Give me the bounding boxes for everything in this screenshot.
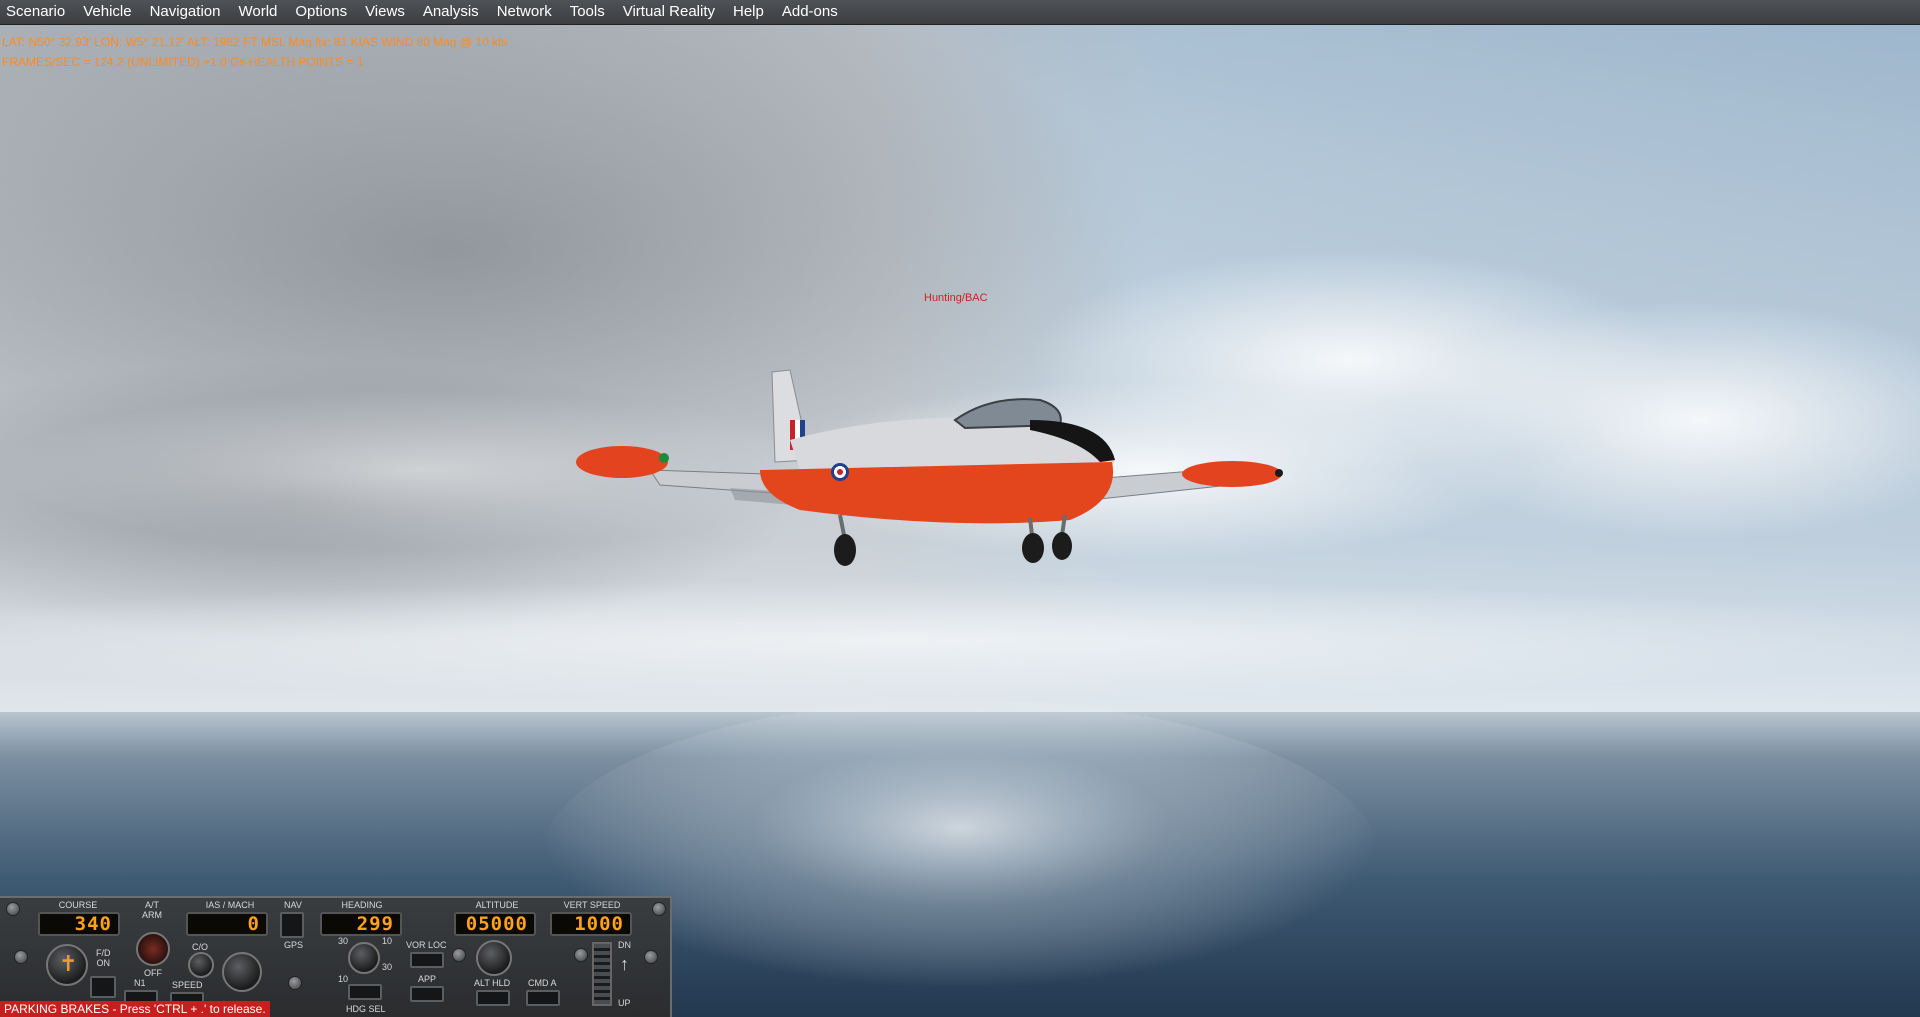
- fd-switch[interactable]: [90, 976, 116, 998]
- cmd-a-button[interactable]: [526, 990, 560, 1006]
- menu-tools[interactable]: Tools: [561, 0, 614, 24]
- at-arm-switch[interactable]: [136, 932, 170, 966]
- menu-world[interactable]: World: [229, 0, 286, 24]
- altitude-label: ALTITUDE: [475, 900, 519, 910]
- menu-virtual-reality[interactable]: Virtual Reality: [614, 0, 724, 24]
- hdg-sel-button[interactable]: [348, 984, 382, 1000]
- app-button[interactable]: [410, 986, 444, 1002]
- hdg-sel-label: HDG SEL: [346, 1004, 386, 1014]
- nav-label: NAV: [284, 900, 302, 910]
- position-readout: LAT: N50° 32.93' LON: W5° 21.12' ALT: 19…: [2, 35, 508, 49]
- menu-bar: Scenario Vehicle Navigation World Option…: [0, 0, 1920, 25]
- bank-30-right-label: 30: [382, 962, 393, 972]
- course-display: 340: [38, 912, 120, 936]
- menu-views[interactable]: Views: [356, 0, 414, 24]
- bank-10-left-label: 10: [338, 974, 349, 984]
- at-off-label: OFF: [144, 968, 162, 978]
- menu-scenario[interactable]: Scenario: [0, 0, 74, 24]
- arrow-up-icon: ↑: [620, 954, 629, 974]
- screw-icon: [452, 948, 466, 962]
- autopilot-panel: COURSE 340 ✝ A/T ARM OFF F/D ON N1 IAS /…: [0, 896, 672, 1017]
- alt-hld-button[interactable]: [476, 990, 510, 1006]
- vert-speed-display: 1000: [550, 912, 632, 936]
- performance-readout: FRAMES/SEC = 124.2 (UNLIMITED) +1.0 Gs H…: [2, 55, 364, 69]
- screw-icon: [288, 976, 302, 990]
- heading-label: HEADING: [341, 900, 383, 910]
- nav-gps-switch[interactable]: [280, 912, 304, 938]
- screw-icon: [644, 950, 658, 964]
- menu-network[interactable]: Network: [488, 0, 561, 24]
- menu-add-ons[interactable]: Add-ons: [773, 0, 847, 24]
- screw-icon: [14, 950, 28, 964]
- course-pointer-icon: ✝: [59, 951, 78, 976]
- vert-speed-wheel[interactable]: [592, 942, 612, 1006]
- speed-knob[interactable]: [222, 952, 262, 992]
- vert-speed-label: VERT SPEED: [563, 900, 621, 910]
- heading-knob[interactable]: [348, 942, 380, 974]
- menu-help[interactable]: Help: [724, 0, 773, 24]
- bank-30-left-label: 30: [338, 936, 349, 946]
- screw-icon: [6, 902, 20, 916]
- vor-loc-button[interactable]: [410, 952, 444, 968]
- course-knob[interactable]: ✝: [46, 944, 88, 986]
- alt-hld-label: ALT HLD: [474, 978, 511, 988]
- menu-options[interactable]: Options: [286, 0, 356, 24]
- co-button[interactable]: [188, 952, 214, 978]
- vs-up-label: UP: [618, 998, 631, 1008]
- parking-brake-message: PARKING BRAKES - Press 'CTRL + .' to rel…: [0, 1001, 270, 1017]
- n1-label: N1: [134, 978, 146, 988]
- vor-loc-label: VOR LOC: [406, 940, 447, 950]
- fd-label: F/D ON: [96, 948, 111, 968]
- heading-display: 299: [320, 912, 402, 936]
- speed-label: SPEED: [172, 980, 203, 990]
- ias-mach-display: 0: [186, 912, 268, 936]
- menu-navigation[interactable]: Navigation: [141, 0, 230, 24]
- at-arm-label: A/T ARM: [142, 900, 162, 920]
- course-label: COURSE: [58, 900, 98, 910]
- flight-scene: [0, 0, 1920, 1017]
- menu-vehicle[interactable]: Vehicle: [74, 0, 140, 24]
- ias-mach-label: IAS / MACH: [205, 900, 255, 910]
- cmd-a-label: CMD A: [528, 978, 557, 988]
- altitude-knob[interactable]: [476, 940, 512, 976]
- gps-label: GPS: [284, 940, 304, 950]
- screw-icon: [574, 948, 588, 962]
- app-label: APP: [418, 974, 437, 984]
- bank-10-right-label: 10: [382, 936, 393, 946]
- vs-dn-label: DN: [618, 940, 631, 950]
- aircraft-label: Hunting/BAC: [924, 292, 988, 304]
- co-label: C/O: [192, 942, 209, 952]
- screw-icon: [652, 902, 666, 916]
- menu-analysis[interactable]: Analysis: [414, 0, 488, 24]
- altitude-display: 05000: [454, 912, 536, 936]
